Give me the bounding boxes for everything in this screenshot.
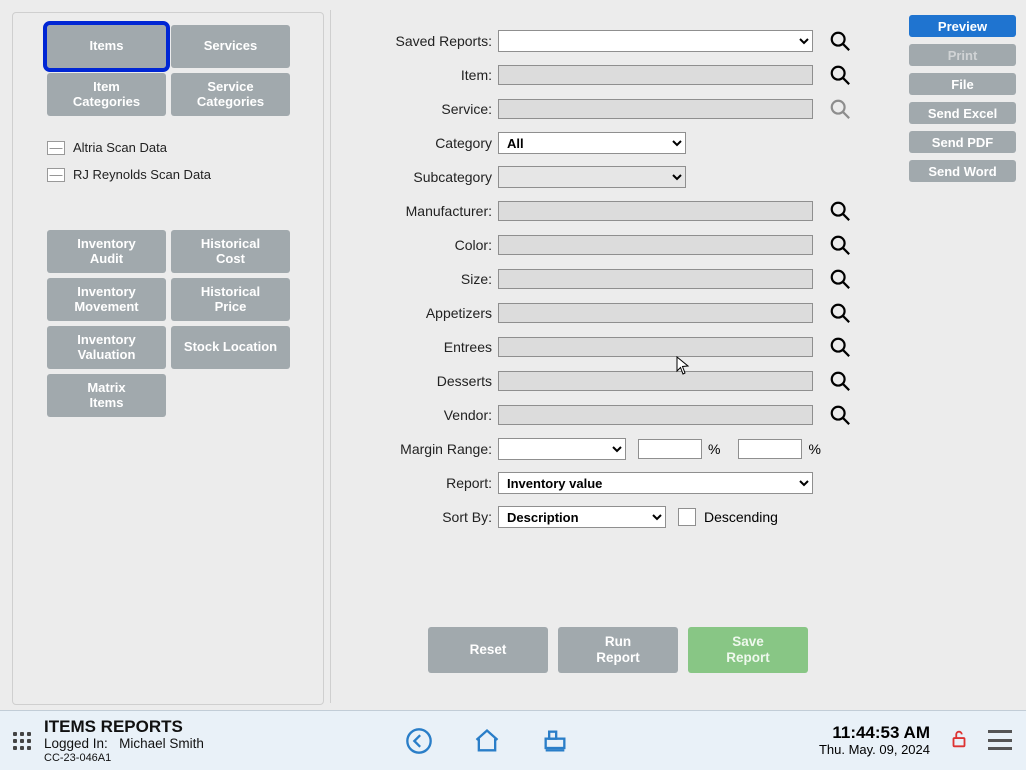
search-icon [827,96,853,122]
sort-by-select[interactable]: Description [498,506,666,528]
label-descending: Descending [704,509,778,525]
clock: 11:44:53 AM Thu. May. 09, 2024 [819,724,930,757]
report-type-grid: Inventory Audit Historical Cost Inventor… [13,204,323,427]
search-icon[interactable] [827,334,853,360]
checkbox-icon[interactable]: — [47,168,65,182]
scan-altria-label: Altria Scan Data [73,140,167,155]
scan-rj-row[interactable]: — RJ Reynolds Scan Data [13,161,323,188]
tab-service-categories[interactable]: Service Categories [171,73,290,116]
color-field[interactable] [498,235,813,255]
preview-button[interactable]: Preview [909,15,1016,37]
type-tabs: Items Services Item Categories Service C… [13,13,323,126]
reset-button[interactable]: Reset [428,627,548,673]
checkbox-icon[interactable]: — [47,141,65,155]
station-code: CC-23-046A1 [44,752,384,765]
search-icon[interactable] [827,402,853,428]
back-icon[interactable] [404,726,434,756]
search-icon[interactable] [827,28,853,54]
margin-range-select[interactable] [498,438,626,460]
saved-reports-select[interactable] [498,30,813,52]
label-category: Category [348,135,498,151]
label-subcategory: Subcategory [348,169,498,185]
search-icon[interactable] [827,198,853,224]
item-field[interactable] [498,65,813,85]
app-surface: { "left": { "tabs": { "items": "Items", … [0,0,1026,770]
report-stock-location[interactable]: Stock Location [171,326,290,369]
label-desserts: Desserts [348,373,498,389]
status-text: ITEMS REPORTS Logged In: Michael Smith C… [44,717,384,765]
search-icon[interactable] [827,300,853,326]
grip-icon[interactable] [0,732,44,750]
margin-to-field[interactable] [738,439,802,459]
category-select[interactable]: All [498,132,686,154]
report-inventory-valuation[interactable]: Inventory Valuation [47,326,166,369]
status-bar: ITEMS REPORTS Logged In: Michael Smith C… [0,710,1026,770]
status-icons [384,726,819,756]
tab-items[interactable]: Items [47,25,166,68]
send-excel-button[interactable]: Send Excel [909,102,1016,124]
label-report: Report: [348,475,498,491]
label-size: Size: [348,271,498,287]
label-manufacturer: Manufacturer: [348,203,498,219]
label-sort-by: Sort By: [348,509,498,525]
margin-from-field[interactable] [638,439,702,459]
save-report-button[interactable]: Save Report [688,627,808,673]
lock-icon[interactable] [948,728,970,752]
entrees-field[interactable] [498,337,813,357]
run-report-button[interactable]: Run Report [558,627,678,673]
tab-services[interactable]: Services [171,25,290,68]
logged-in-prefix: Logged In: [44,736,108,751]
report-historical-price[interactable]: Historical Price [171,278,290,321]
percent-symbol: % [802,441,826,457]
vertical-divider [330,10,331,703]
filter-form: Saved Reports: Item: Service: Category A… [348,24,888,534]
size-field[interactable] [498,269,813,289]
home-icon[interactable] [472,726,502,756]
left-panel: Items Services Item Categories Service C… [12,12,324,705]
label-margin-range: Margin Range: [348,441,498,457]
report-matrix-items[interactable]: Matrix Items [47,374,166,417]
send-word-button[interactable]: Send Word [909,160,1016,182]
search-icon[interactable] [827,266,853,292]
scan-altria-row[interactable]: — Altria Scan Data [13,134,323,161]
vendor-field[interactable] [498,405,813,425]
menu-icon[interactable] [988,730,1012,750]
clock-date: Thu. May. 09, 2024 [819,743,930,757]
scan-filters: — Altria Scan Data — RJ Reynolds Scan Da… [13,134,323,204]
page-title: ITEMS REPORTS [44,717,384,737]
report-inventory-audit[interactable]: Inventory Audit [47,230,166,273]
register-icon[interactable] [540,726,570,756]
search-icon[interactable] [827,62,853,88]
label-entrees: Entrees [348,339,498,355]
logged-in-user: Michael Smith [119,736,204,751]
clock-time: 11:44:53 AM [819,724,930,743]
label-saved-reports: Saved Reports: [348,33,498,49]
label-vendor: Vendor: [348,407,498,423]
status-right: 11:44:53 AM Thu. May. 09, 2024 [819,724,1026,757]
manufacturer-field[interactable] [498,201,813,221]
service-field[interactable] [498,99,813,119]
appetizers-field[interactable] [498,303,813,323]
label-service: Service: [348,101,498,117]
subcategory-select[interactable] [498,166,686,188]
descending-checkbox[interactable] [678,508,696,526]
send-pdf-button[interactable]: Send PDF [909,131,1016,153]
search-icon[interactable] [827,232,853,258]
label-color: Color: [348,237,498,253]
scan-rj-label: RJ Reynolds Scan Data [73,167,211,182]
action-column: Preview Print File Send Excel Send PDF S… [909,15,1016,182]
file-button[interactable]: File [909,73,1016,95]
run-row: Reset Run Report Save Report [428,627,808,673]
label-appetizers: Appetizers [348,305,498,321]
print-button[interactable]: Print [909,44,1016,66]
percent-symbol: % [702,441,726,457]
tab-item-categories[interactable]: Item Categories [47,73,166,116]
report-inventory-movement[interactable]: Inventory Movement [47,278,166,321]
report-select[interactable]: Inventory value [498,472,813,494]
search-icon[interactable] [827,368,853,394]
label-item: Item: [348,67,498,83]
report-historical-cost[interactable]: Historical Cost [171,230,290,273]
desserts-field[interactable] [498,371,813,391]
